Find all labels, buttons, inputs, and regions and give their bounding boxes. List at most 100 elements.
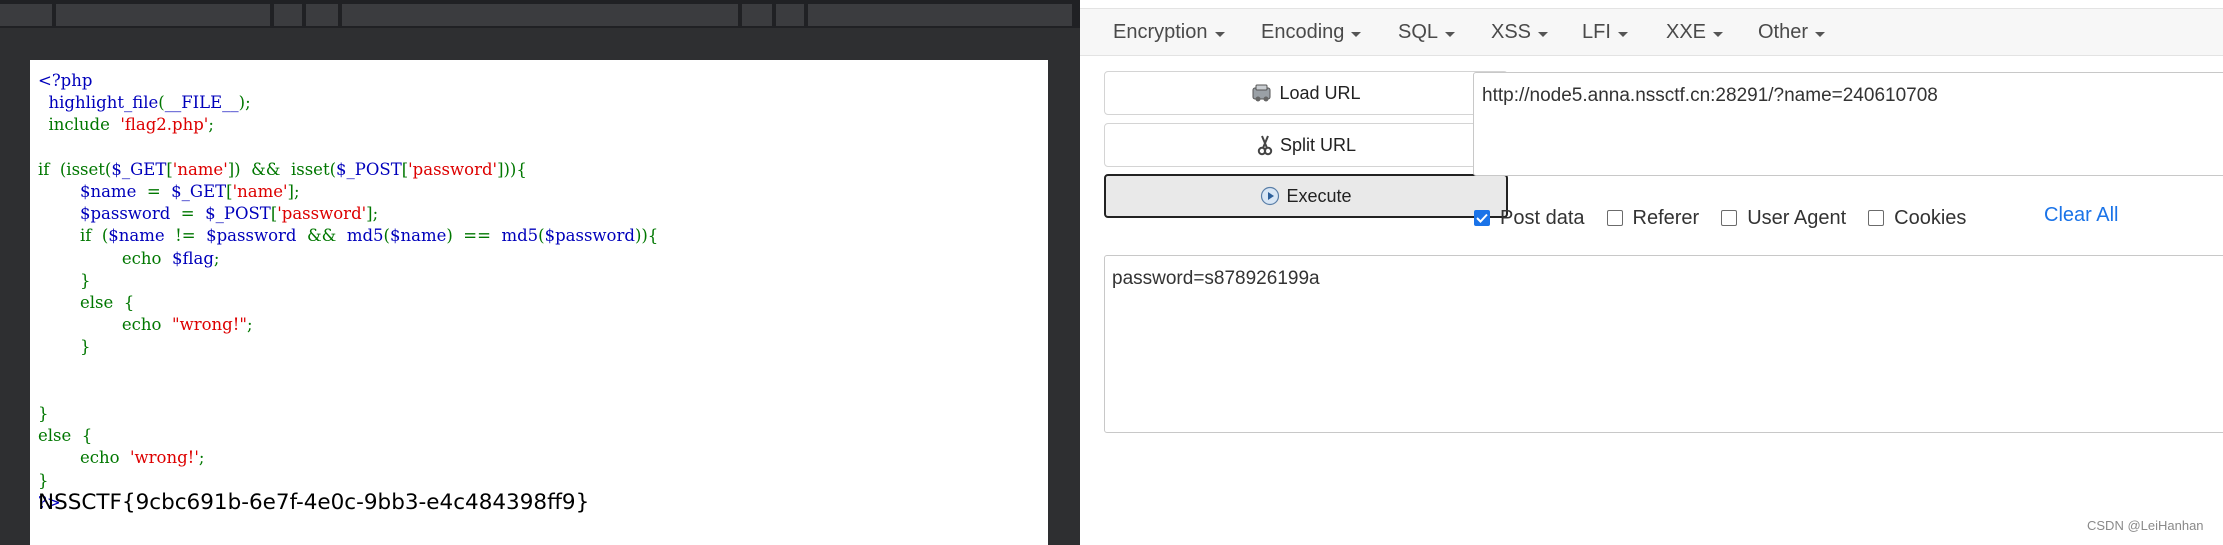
code-token: } — [38, 337, 91, 357]
code-token: <?php — [38, 71, 93, 90]
flag-output: NSSCTF{9cbc691b-6e7f-4e0c-9bb3-e4c484398… — [38, 490, 590, 515]
post-data-textarea[interactable]: password=s878926199a — [1104, 255, 2223, 433]
caret-down-icon — [1351, 31, 1362, 37]
php-source-code: <?php highlight_file(__FILE__); include … — [38, 70, 658, 514]
menu-label: Encryption — [1113, 21, 1208, 43]
code-token: $name — [389, 226, 447, 246]
code-token: $name — [108, 226, 176, 246]
menu-other[interactable]: Other — [1758, 21, 1826, 44]
load-url-icon — [1251, 83, 1273, 103]
code-token: $flag — [171, 248, 214, 268]
code-token: } — [38, 470, 49, 490]
code-line: echo "wrong!"; — [38, 314, 658, 336]
code-token: && — [306, 226, 347, 246]
code-token: $_GET — [171, 182, 227, 202]
code-token: if ( — [38, 226, 109, 246]
code-line: highlight_file(__FILE__); — [38, 92, 658, 114]
execute-button[interactable]: Execute — [1104, 174, 1508, 218]
load-url-button[interactable]: Load URL — [1104, 71, 1508, 115]
caret-down-icon — [1617, 31, 1628, 37]
url-textarea[interactable]: http://node5.anna.nssctf.cn:28291/?name=… — [1473, 72, 2223, 176]
menu-xxe[interactable]: XXE — [1666, 21, 1724, 44]
options-row: Post data Referer User Agent Cookies — [1474, 204, 1988, 232]
code-token: echo — [38, 315, 172, 335]
toolbar-segment — [776, 4, 804, 26]
code-line: <?php — [38, 70, 658, 92]
code-line: echo $flag; — [38, 248, 658, 270]
code-token: ); — [238, 93, 251, 113]
code-token: ]; — [366, 204, 379, 224]
code-line: } — [38, 336, 658, 358]
code-line: else { — [38, 292, 658, 314]
menu-encoding[interactable]: Encoding — [1261, 21, 1362, 44]
toolbar-segment — [742, 4, 772, 26]
code-token: md5 — [346, 226, 384, 246]
code-line: $password = $_POST['password']; — [38, 203, 658, 225]
menu-label: XSS — [1491, 21, 1532, 43]
code-token: include — [38, 115, 121, 135]
code-token: echo — [38, 248, 172, 268]
code-line: echo 'wrong!'; — [38, 447, 658, 469]
code-token: 'password' — [408, 159, 498, 179]
cookies-checkbox[interactable] — [1868, 210, 1885, 226]
code-token: $_GET — [111, 159, 167, 179]
hackbar-menu-bar: Encryption Encoding SQL XSS LFI XXE Othe… — [1080, 8, 2223, 56]
caret-down-icon — [1713, 31, 1724, 37]
user-agent-option[interactable]: User Agent — [1721, 207, 1846, 230]
cookies-option[interactable]: Cookies — [1868, 207, 1966, 230]
code-token: echo — [38, 448, 131, 468]
code-token: $_POST — [336, 159, 402, 179]
user-agent-checkbox[interactable] — [1721, 210, 1738, 226]
code-line: else { — [38, 425, 658, 447]
post-data-checkbox[interactable] — [1474, 210, 1490, 226]
menu-label: SQL — [1398, 21, 1439, 43]
split-url-label: Split URL — [1279, 134, 1357, 155]
referer-option[interactable]: Referer — [1606, 206, 1700, 230]
toolbar-segment — [808, 4, 1072, 26]
caret-down-icon — [1815, 31, 1826, 37]
caret-down-icon — [1445, 31, 1456, 37]
menu-sql[interactable]: SQL — [1398, 21, 1456, 44]
code-token: ]; — [287, 182, 300, 202]
menu-xss[interactable]: XSS — [1491, 21, 1549, 44]
menu-lfi[interactable]: LFI — [1582, 21, 1628, 44]
code-token: __FILE__ — [164, 93, 239, 113]
code-token: else { — [38, 293, 135, 313]
code-line: } — [38, 403, 658, 425]
clear-all-link[interactable]: Clear All — [2044, 204, 2118, 227]
code-token: 'wrong!' — [130, 448, 199, 468]
code-token: ; — [208, 115, 214, 135]
code-token: = — [180, 204, 206, 224]
code-token: $password — [544, 226, 635, 246]
menu-label: LFI — [1582, 21, 1611, 43]
code-token: 'password' — [277, 204, 367, 224]
code-token: ])){ — [497, 159, 527, 179]
toolbar-segment — [274, 4, 302, 26]
menu-label: Other — [1758, 21, 1809, 43]
split-url-button[interactable]: Split URL — [1104, 123, 1508, 167]
code-token: } — [38, 404, 49, 424]
load-url-label: Load URL — [1279, 82, 1361, 103]
browser-toolbar — [0, 0, 1080, 28]
menu-encryption[interactable]: Encryption — [1113, 21, 1225, 44]
code-token: $_POST — [205, 204, 271, 224]
code-token: ; — [198, 448, 205, 468]
post-data-option[interactable]: Post data — [1474, 207, 1585, 230]
code-token: 'flag2.php' — [120, 115, 209, 135]
code-token: else { — [38, 426, 93, 446]
browser-viewport: <?php highlight_file(__FILE__); include … — [0, 0, 1080, 545]
referer-label: Referer — [1632, 206, 1700, 229]
referer-checkbox[interactable] — [1606, 210, 1623, 226]
caret-down-icon — [1214, 31, 1225, 37]
toolbar-segment — [306, 4, 338, 26]
code-token: $name — [38, 182, 147, 202]
user-agent-label: User Agent — [1747, 206, 1847, 229]
code-token: != — [175, 226, 207, 246]
menu-label: Encoding — [1261, 21, 1345, 43]
code-line: include 'flag2.php'; — [38, 114, 658, 136]
caret-down-icon — [1538, 31, 1549, 37]
code-token: } — [38, 270, 91, 290]
menu-label: XXE — [1666, 21, 1707, 43]
code-token: ; — [246, 315, 253, 335]
